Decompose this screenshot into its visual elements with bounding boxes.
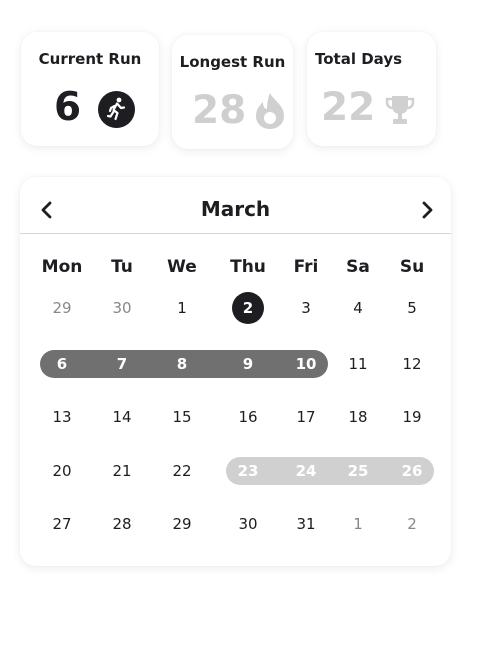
calendar-day[interactable]: 25	[341, 459, 375, 483]
calendar-day[interactable]: 13	[45, 405, 79, 429]
next-month-button[interactable]	[414, 197, 440, 223]
calendar-day-selected[interactable]: 2	[232, 292, 264, 324]
calendar-day[interactable]: 28	[105, 512, 139, 536]
calendar-day[interactable]: 1	[165, 296, 199, 320]
weekday-tu: Tu	[111, 257, 133, 277]
calendar-day[interactable]: 15	[165, 405, 199, 429]
longest-run-title: Longest Run	[179, 53, 286, 71]
calendar-day[interactable]: 6	[45, 352, 79, 376]
calendar-card: March Mon Tu We Thu Fri Sa Su 29 30 1 2 3 4 5 6 7 8 9 10 1…	[20, 177, 451, 566]
calendar-day[interactable]: 14	[105, 405, 139, 429]
calendar-day[interactable]: 12	[395, 352, 429, 376]
total-days-title: Total Days	[315, 50, 403, 68]
calendar-day[interactable]: 18	[341, 405, 375, 429]
calendar-day[interactable]: 4	[341, 296, 375, 320]
weekday-sa: Sa	[346, 257, 370, 277]
calendar-day[interactable]: 1	[341, 512, 375, 536]
calendar-day[interactable]: 24	[289, 459, 323, 483]
calendar-day[interactable]: 20	[45, 459, 79, 483]
runner-icon	[98, 91, 135, 132]
month-title: March	[200, 197, 271, 221]
calendar-day[interactable]: 27	[45, 512, 79, 536]
total-days-card: Total Days 22	[307, 32, 436, 146]
current-run-card: Current Run 6	[21, 32, 159, 146]
calendar-day[interactable]: 31	[289, 512, 323, 536]
weekday-fri: Fri	[293, 257, 319, 277]
calendar-day[interactable]: 9	[231, 352, 265, 376]
calendar-day[interactable]: 8	[165, 352, 199, 376]
chevron-right-icon	[422, 201, 433, 219]
trophy-icon	[385, 94, 415, 130]
calendar-day[interactable]: 17	[289, 405, 323, 429]
current-run-title: Current Run	[38, 50, 142, 68]
calendar-day[interactable]: 19	[395, 405, 429, 429]
weekday-mon: Mon	[41, 257, 83, 277]
calendar-day[interactable]: 7	[105, 352, 139, 376]
calendar-day[interactable]: 30	[105, 296, 139, 320]
total-days-value: 22	[321, 85, 376, 130]
weekday-we: We	[167, 257, 197, 277]
calendar-day[interactable]: 23	[231, 459, 265, 483]
calendar-day[interactable]: 29	[45, 296, 79, 320]
calendar-day[interactable]: 5	[395, 296, 429, 320]
calendar-day[interactable]: 26	[395, 459, 429, 483]
calendar-day[interactable]: 10	[289, 352, 323, 376]
longest-run-value: 28	[192, 88, 247, 133]
calendar-day[interactable]: 3	[289, 296, 323, 320]
calendar-day[interactable]: 16	[231, 405, 265, 429]
calendar-day[interactable]: 29	[165, 512, 199, 536]
current-run-value: 6	[54, 85, 82, 130]
calendar-day[interactable]: 30	[231, 512, 265, 536]
longest-run-card: Longest Run 28	[172, 35, 293, 149]
flame-icon	[252, 91, 288, 135]
calendar-day[interactable]: 2	[395, 512, 429, 536]
calendar-header: March	[20, 177, 451, 234]
calendar-day[interactable]: 22	[165, 459, 199, 483]
calendar-day[interactable]: 21	[105, 459, 139, 483]
calendar-day[interactable]: 11	[341, 352, 375, 376]
weekday-thu: Thu	[230, 257, 266, 277]
weekday-su: Su	[399, 257, 425, 277]
